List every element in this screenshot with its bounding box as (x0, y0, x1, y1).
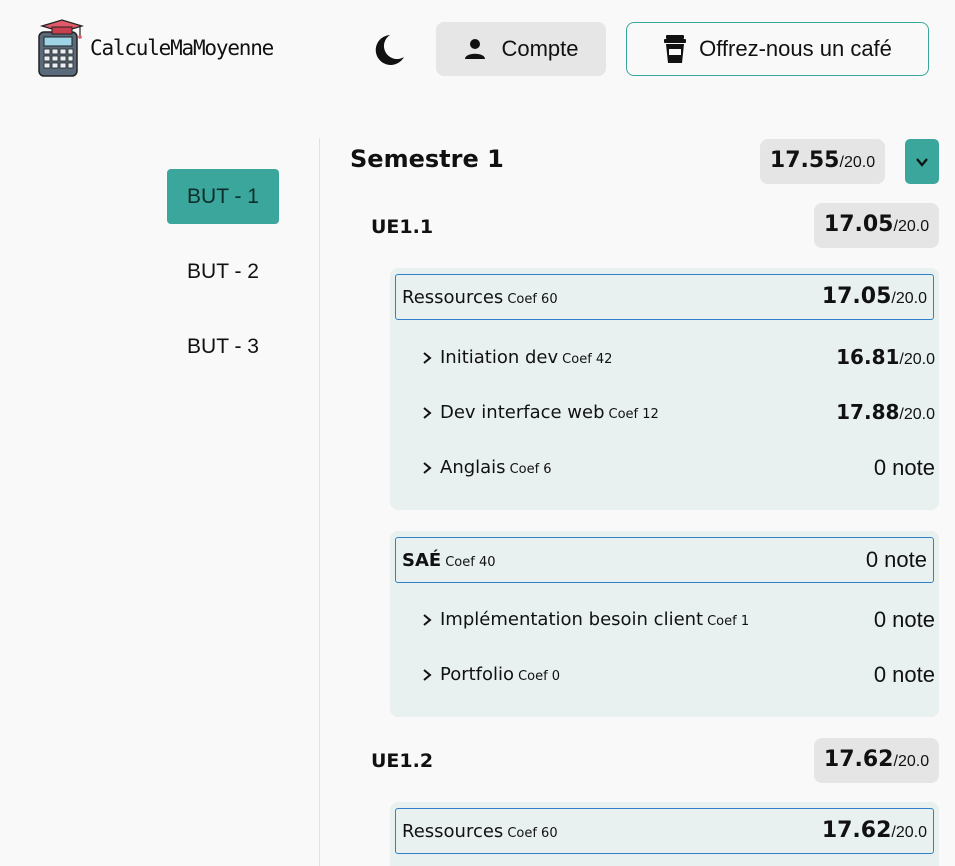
group-coef: Coef 60 (507, 292, 558, 307)
app-title[interactable]: CalculeMaMoyenne (90, 36, 274, 60)
ue-grade-max: /20.0 (893, 218, 930, 235)
list-item[interactable]: Initiation dev Coef 42 16.81/20.0 (420, 345, 935, 375)
chevron-right-icon (423, 462, 432, 474)
ue-grade: 17.05 (823, 212, 894, 237)
list-item[interactable]: Portfolio Coef 0 0 note (420, 662, 935, 692)
ue-grade-badge: 17.62 /20.0 (814, 738, 939, 783)
group-note: 0 note (865, 547, 927, 572)
item-label: Anglais Coef 6 (440, 457, 552, 478)
user-icon (465, 39, 486, 59)
list-item[interactable]: Anglais Coef 6 0 note (420, 455, 935, 485)
group-grade: 17.62/20.0 (821, 818, 927, 843)
group-name: SAÉ Coef 40 (402, 550, 496, 571)
chevron-right-icon (423, 669, 432, 681)
sae-group-header[interactable]: SAÉ Coef 40 0 note (395, 537, 934, 583)
item-label: Portfolio Coef 0 (440, 664, 561, 685)
ue-grade-max: /20.0 (893, 753, 930, 770)
header: CalculeMaMoyenne Compte Offrez-nous un c… (0, 0, 955, 100)
chevron-right-icon (423, 614, 432, 626)
group-coef: Coef 40 (445, 555, 496, 570)
semester-grade: 17.55 (769, 148, 840, 173)
coffee-cup-icon (664, 35, 687, 63)
item-label: Implémentation besoin client Coef 1 (440, 609, 750, 630)
group-coef: Coef 60 (507, 826, 558, 841)
chevron-down-icon (916, 157, 928, 167)
item-note: 0 note (873, 455, 935, 480)
group-name: Ressources Coef 60 (402, 821, 558, 842)
sidebar-item-but-2[interactable]: BUT - 2 (167, 244, 279, 299)
item-grade: 16.81/20.0 (836, 345, 935, 369)
item-label: Initiation dev Coef 42 (440, 347, 613, 368)
moon-icon[interactable] (368, 30, 408, 70)
item-note: 0 note (873, 662, 935, 687)
sidebar-item-but-3[interactable]: BUT - 3 (167, 319, 279, 374)
list-item[interactable]: Dev interface web Coef 12 17.88/20.0 (420, 400, 935, 430)
ue-title: UE1.1 (371, 216, 434, 238)
calculator-graduation-cap-icon[interactable] (36, 18, 86, 78)
ressources-group-header[interactable]: Ressources Coef 60 17.62/20.0 (395, 808, 934, 854)
group-grade: 17.05/20.0 (821, 284, 927, 309)
coffee-label: Offrez-nous un café (699, 36, 892, 61)
ue-grade: 17.62 (823, 747, 894, 772)
sidebar-item-but-1[interactable]: BUT - 1 (167, 169, 279, 224)
semester-grade-badge: 17.55 /20.0 (760, 139, 885, 184)
account-button[interactable]: Compte (436, 22, 606, 76)
collapse-semester-button[interactable] (905, 139, 939, 184)
chevron-right-icon (423, 407, 432, 419)
coffee-button[interactable]: Offrez-nous un café (626, 22, 929, 76)
account-label: Compte (501, 36, 579, 61)
group-name: Ressources Coef 60 (402, 287, 558, 308)
ressources-group-header[interactable]: Ressources Coef 60 17.05/20.0 (395, 274, 934, 320)
chevron-right-icon (423, 352, 432, 364)
item-label: Dev interface web Coef 12 (440, 402, 659, 423)
item-note: 0 note (873, 607, 935, 632)
ue-title: UE1.2 (371, 750, 434, 772)
list-item[interactable]: Implémentation besoin client Coef 1 0 not… (420, 607, 935, 637)
item-grade: 17.88/20.0 (836, 400, 935, 424)
ue-grade-badge: 17.05 /20.0 (814, 203, 939, 248)
semester-grade-max: /20.0 (839, 154, 876, 171)
semester-title: Semestre 1 (350, 145, 504, 173)
